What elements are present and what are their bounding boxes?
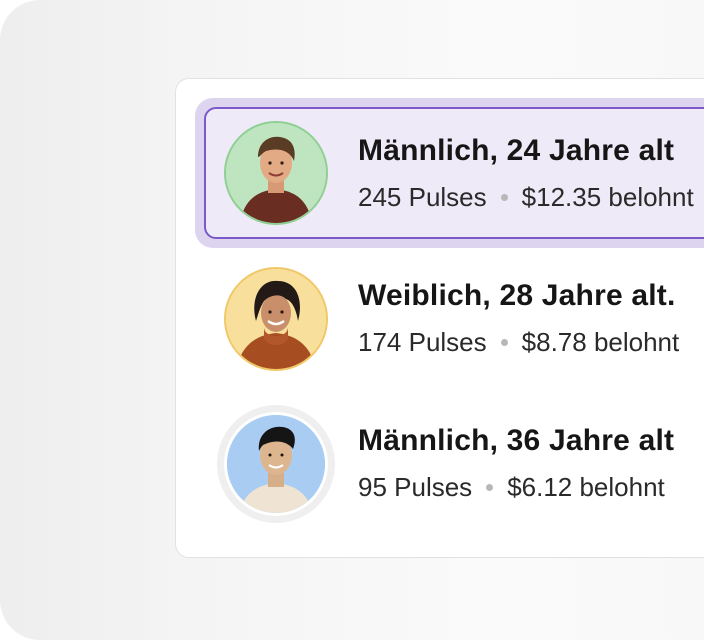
pulses-count: 95 Pulses <box>358 472 473 502</box>
pulses-count: 174 Pulses <box>358 327 487 357</box>
participant-title: Männlich, 36 Jahre alt <box>358 424 675 457</box>
participant-stats: 245 Pulses $12.35 belohnt <box>358 182 694 213</box>
separator-dot <box>486 483 494 491</box>
reward-amount: $6.12 belohnt <box>507 472 665 502</box>
pulses-count: 245 Pulses <box>358 182 487 212</box>
young-man-avatar <box>224 121 328 225</box>
separator-dot <box>500 338 508 346</box>
man-avatar <box>224 412 328 516</box>
participant-title: Männlich, 24 Jahre alt <box>358 134 675 167</box>
young-woman-avatar <box>224 267 328 371</box>
reward-amount: $12.35 belohnt <box>521 182 694 212</box>
reward-amount: $8.78 belohnt <box>521 327 680 357</box>
canvas: Männlich, 24 Jahre alt 245 Pulses $12.35 … <box>0 0 704 640</box>
participant-stats: 174 Pulses $8.78 belohnt <box>358 327 679 358</box>
separator-dot <box>500 193 508 201</box>
participant-stats: 95 Pulses $6.12 belohnt <box>358 472 665 503</box>
participant-title: Weiblich, 28 Jahre alt. <box>358 279 676 312</box>
